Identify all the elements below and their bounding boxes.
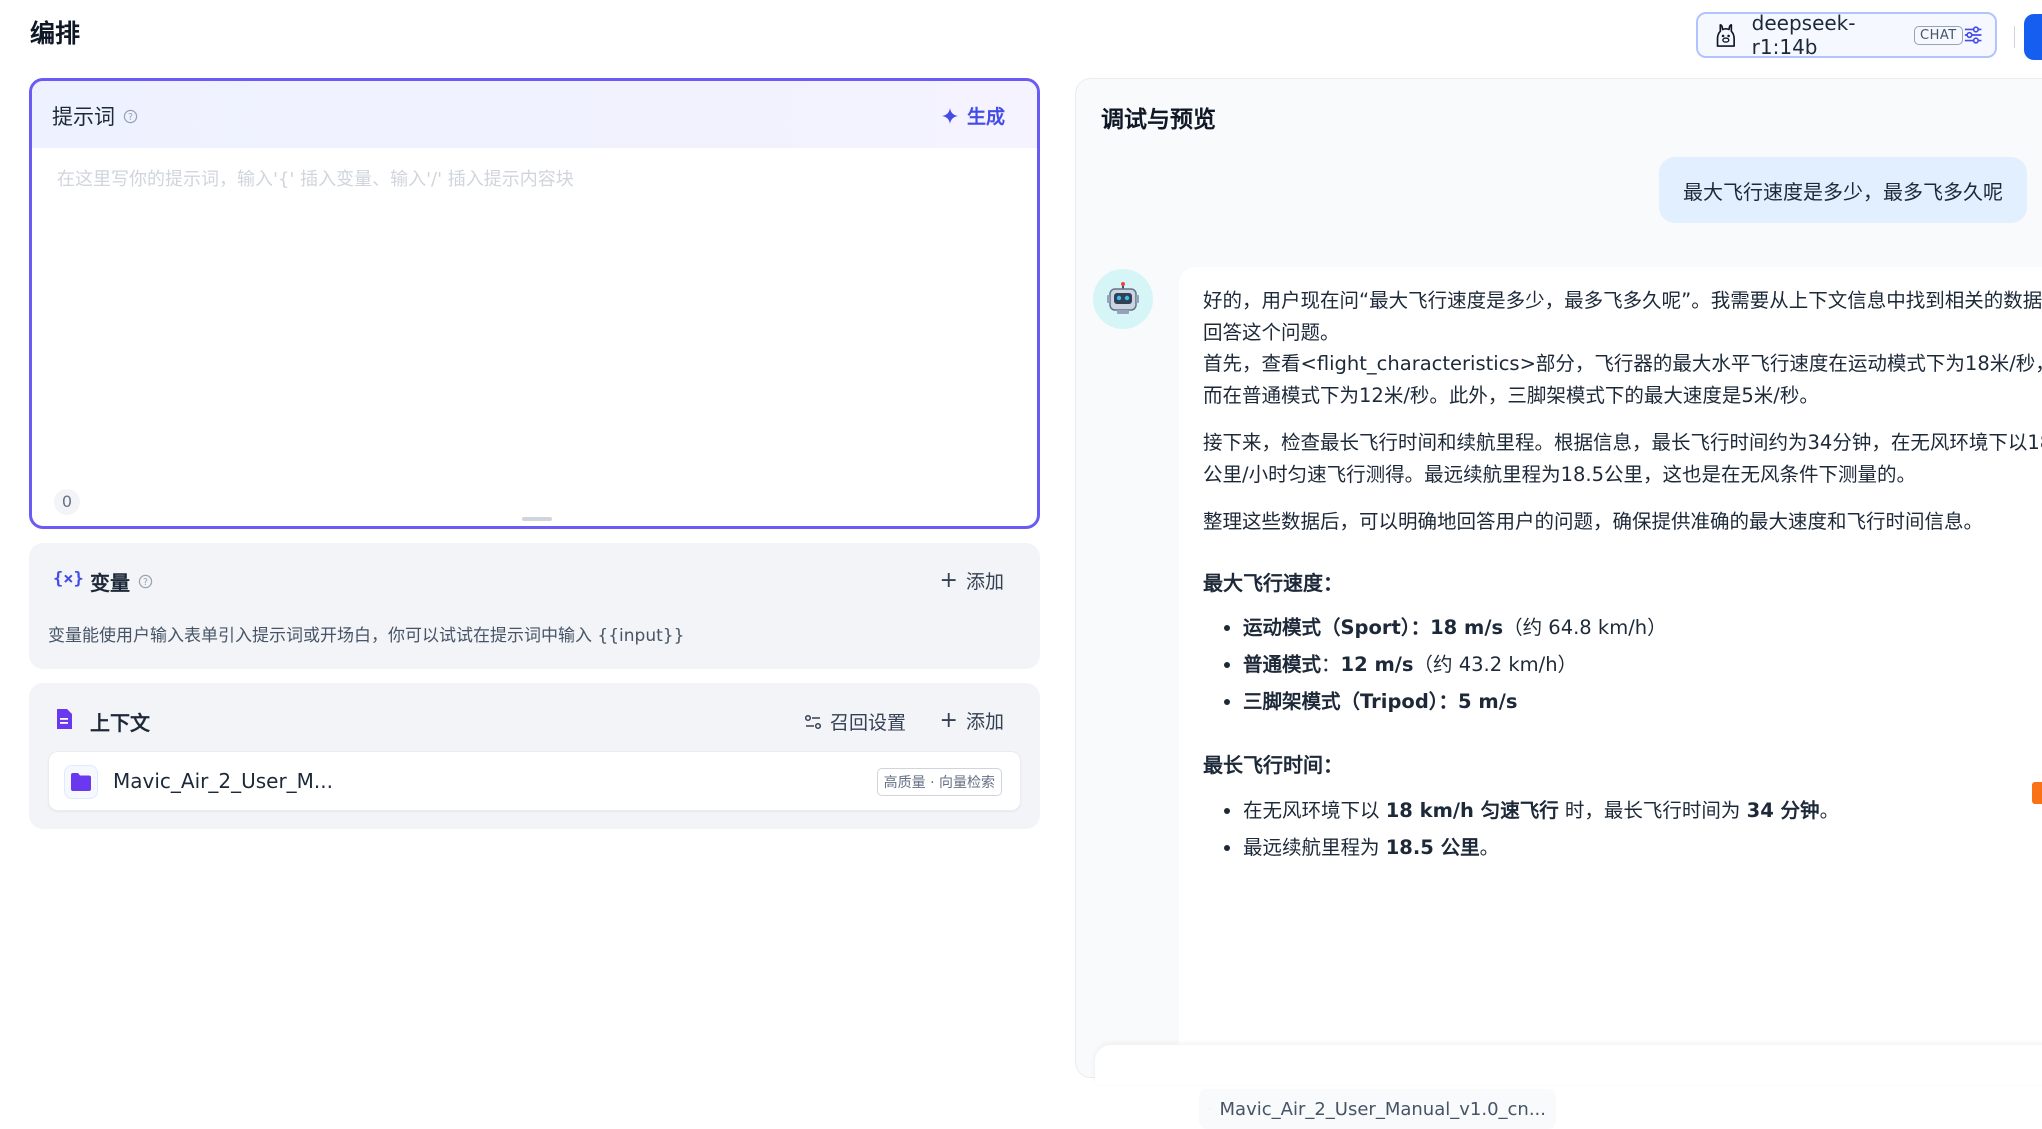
context-dataset-item[interactable]: Mavic_Air_2_User_M... 高质量 · 向量检索 (48, 751, 1021, 811)
separator: ： (1321, 653, 1341, 676)
robot-icon (1105, 281, 1141, 317)
add-context-button[interactable]: + 添加 (940, 707, 1004, 734)
settings-sliders-icon (804, 713, 822, 731)
add-context-label: 添加 (966, 707, 1004, 734)
add-variable-button[interactable]: + 添加 (940, 567, 1004, 594)
model-mode-badge: CHAT (1914, 26, 1963, 45)
answer-paragraph: 好的，用户现在问“最大飞行速度是多少，最多飞多久呢”。我需要从上下文信息中找到相… (1203, 285, 2042, 348)
list-item: 在无风环境下以 18 km/h 匀速飞行 时，最长飞行时间为 34 分钟。 (1243, 792, 2042, 829)
mode-name: 三脚架模式（Tripod） (1243, 690, 1439, 713)
sliders-icon[interactable] (1963, 24, 1983, 46)
svg-text:?: ? (128, 111, 133, 122)
speed-extra: （约 43.2 km/h） (1414, 653, 1578, 676)
speed-value: 5 m/s (1458, 690, 1517, 713)
text-span: 在无风环境下以 (1243, 799, 1386, 822)
html-badge-icon (2032, 782, 2042, 804)
dataset-index-badge: 高质量 · 向量检索 (877, 768, 1002, 796)
header-divider (2014, 26, 2015, 48)
time-heading: 最长飞行时间： (1203, 750, 2042, 782)
mode-name: 运动模式（Sport） (1243, 616, 1411, 639)
variables-description: 变量能使用户输入表单引入提示词或开场白，你可以试试在提示词中输入 {{input… (48, 621, 684, 646)
page-title: 编排 (30, 14, 80, 50)
generate-label: 生成 (967, 102, 1005, 129)
speed-heading: 最大飞行速度： (1203, 568, 2042, 600)
answer-paragraph: 接下来，检查最长飞行时间和续航里程。根据信息，最长飞行时间约为34分钟，在无风环… (1203, 427, 2042, 490)
folder-icon-box (64, 765, 98, 799)
folder-icon (70, 772, 92, 792)
llama-icon (1712, 20, 1740, 50)
recall-settings-label: 召回设置 (830, 708, 906, 735)
answer-paragraph: 首先，查看<flight_characteristics>部分，飞行器的最大水平… (1203, 348, 2042, 411)
char-count-badge: 0 (54, 489, 80, 515)
speed-list: 运动模式（Sport）：18 m/s（约 64.8 km/h） 普通模式：12 … (1203, 609, 2042, 720)
publish-button[interactable] (2024, 14, 2042, 60)
prompt-header (32, 81, 1037, 148)
debug-title: 调试与预览 (1101, 100, 1216, 134)
help-icon[interactable]: ? (138, 574, 153, 589)
bot-avatar (1093, 269, 1153, 329)
dataset-name: Mavic_Air_2_User_M... (113, 769, 333, 793)
separator: ： (1411, 616, 1431, 639)
model-name: deepseek-r1:14b (1752, 11, 1908, 59)
bold-span: 34 分钟 (1747, 799, 1820, 822)
bold-span: 18.5 公里 (1386, 836, 1480, 859)
user-message-bubble: 最大飞行速度是多少，最多飞多久呢 (1659, 157, 2027, 223)
mode-name: 普通模式 (1243, 653, 1321, 676)
debug-preview-panel: 调试与预览 最大飞行速度是多少，最多飞多久呢 好的，用户现在问“最大飞行速度是多… (1075, 78, 2042, 1078)
citation-file-name: Mavic_Air_2_User_Manual_v1.0_cn... (1220, 1099, 1546, 1120)
text-span: 最远续航里程为 (1243, 836, 1386, 859)
text-span: 时，最长飞行时间为 (1559, 799, 1747, 822)
list-item: 最远续航里程为 18.5 公里。 (1243, 829, 2042, 866)
list-item: 三脚架模式（Tripod）：5 m/s (1243, 683, 2042, 720)
prompt-label: 提示词 (52, 101, 115, 131)
context-card: 上下文 召回设置 + 添加 Mavic_Air_2_User_M... 高质量 … (29, 683, 1040, 829)
variable-icon: {×} (53, 569, 84, 589)
svg-text:?: ? (143, 577, 148, 588)
add-variable-label: 添加 (966, 567, 1004, 594)
help-icon[interactable]: ? (123, 109, 138, 124)
generate-button[interactable]: 生成 (941, 102, 1005, 129)
bot-answer-bubble: 好的，用户现在问“最大飞行速度是多少，最多飞多久呢”。我需要从上下文信息中找到相… (1179, 267, 2042, 1127)
prompt-label-group: 提示词 ? (52, 101, 138, 131)
sparkle-icon (941, 107, 959, 125)
prompt-editor-card: 提示词 ? 生成 在这里写你的提示词，输入'{' 插入变量、输入'/' 插入提示… (29, 78, 1040, 529)
document-icon (55, 708, 73, 730)
resize-handle[interactable] (522, 517, 552, 521)
variables-card: {×} 变量 ? + 添加 变量能使用户输入表单引入提示词或开场白，你可以试试在… (29, 543, 1040, 669)
answer-content: 好的，用户现在问“最大飞行速度是多少，最多飞多久呢”。我需要从上下文信息中找到相… (1203, 285, 2042, 866)
prompt-input[interactable]: 在这里写你的提示词，输入'{' 插入变量、输入'/' 插入提示内容块 (57, 165, 574, 191)
model-selector-button[interactable]: deepseek-r1:14b CHAT (1696, 12, 1997, 58)
bold-span: 18 km/h 匀速飞行 (1386, 799, 1559, 822)
pdf-icon (1209, 1098, 1210, 1120)
variables-title: 变量 (90, 567, 130, 596)
list-item: 普通模式：12 m/s（约 43.2 km/h） (1243, 646, 2042, 683)
citation-chip[interactable]: Mavic_Air_2_User_Manual_v1.0_cn... (1199, 1089, 1556, 1129)
plus-icon: + (940, 568, 958, 593)
time-list: 在无风环境下以 18 km/h 匀速飞行 时，最长飞行时间为 34 分钟。 最远… (1203, 792, 2042, 866)
text-span: 。 (1480, 836, 1500, 859)
separator: ： (1439, 690, 1459, 713)
speed-value: 12 m/s (1341, 653, 1414, 676)
list-item: 运动模式（Sport）：18 m/s（约 64.8 km/h） (1243, 609, 2042, 646)
text-span: 。 (1820, 799, 1840, 822)
plus-icon: + (940, 708, 958, 733)
recall-settings-button[interactable]: 召回设置 (804, 708, 906, 735)
answer-paragraph: 整理这些数据后，可以明确地回答用户的问题，确保提供准确的最大速度和飞行时间信息。 (1203, 506, 2042, 538)
speed-extra: （约 64.8 km/h） (1503, 616, 1667, 639)
context-title: 上下文 (90, 707, 150, 736)
speed-value: 18 m/s (1430, 616, 1503, 639)
variables-title-group: 变量 ? (90, 567, 153, 596)
chat-input-area[interactable] (1095, 1045, 2042, 1085)
